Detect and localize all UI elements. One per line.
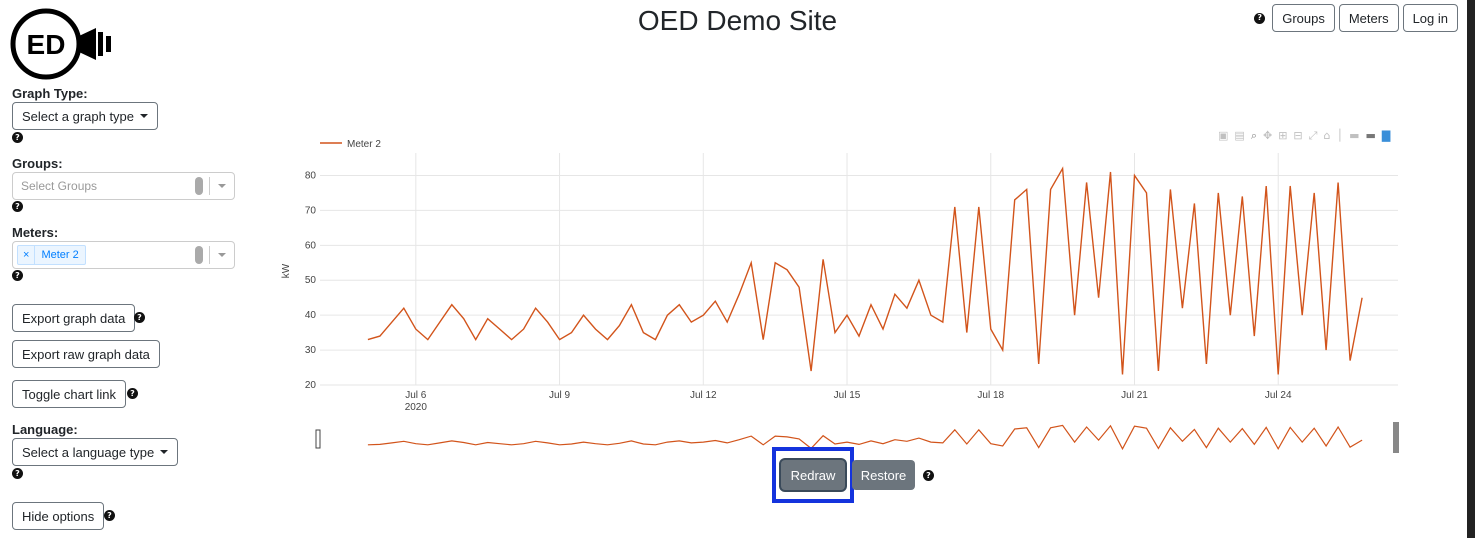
x-tick-label: Jul 18 xyxy=(977,390,1004,401)
series-line-meter-2 xyxy=(367,166,1363,375)
y-tick-label: 20 xyxy=(305,380,317,391)
help-icon[interactable]: ? xyxy=(923,470,934,481)
x-axis: Jul 62020 Jul 9 Jul 12 Jul 15 Jul 18 Jul 21 Ju… xyxy=(405,390,1292,413)
y-axis-label: kW xyxy=(281,263,292,278)
redraw-button[interactable]: Redraw xyxy=(781,460,845,490)
x-tick-label: Jul 21 xyxy=(1121,390,1148,401)
x-tick-label: Jul 12 xyxy=(690,390,717,401)
range-slider-left-handle[interactable] xyxy=(315,429,321,449)
window-border xyxy=(1467,0,1475,538)
y-tick-label: 40 xyxy=(305,310,317,321)
y-axis: 20 30 40 50 60 70 80 xyxy=(305,170,317,391)
y-tick-label: 80 xyxy=(305,170,317,181)
y-tick-label: 50 xyxy=(305,275,317,286)
x-tick-label: Jul 15 xyxy=(834,390,861,401)
y-tick-label: 70 xyxy=(305,205,317,216)
legend-label: Meter 2 xyxy=(347,139,381,150)
y-tick-label: 60 xyxy=(305,240,317,251)
x-tick-label: Jul 9 xyxy=(549,390,571,401)
range-slider[interactable] xyxy=(315,422,1399,453)
range-slider-right-handle[interactable] xyxy=(1393,422,1399,453)
restore-button[interactable]: Restore xyxy=(852,460,915,490)
x-tick-label: Jul 24 xyxy=(1265,390,1292,401)
chart-grid xyxy=(320,153,1398,386)
chart-legend: Meter 2 xyxy=(320,139,381,150)
x-tick-label: Jul 6 xyxy=(405,390,427,401)
x-tick-year-label: 2020 xyxy=(405,402,428,413)
line-chart: Meter 2 20304050607080 Jul 62020Jul 9 Jul… xyxy=(281,139,1399,453)
y-tick-label: 30 xyxy=(305,345,317,356)
range-slider-series-line xyxy=(367,424,1363,451)
